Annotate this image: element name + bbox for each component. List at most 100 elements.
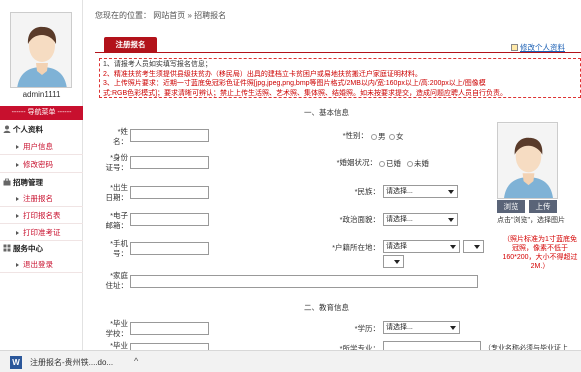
gender-female-radio[interactable]: 女	[389, 131, 404, 142]
radio-icon	[379, 161, 385, 167]
address-input[interactable]	[130, 275, 478, 288]
phone-input[interactable]	[130, 242, 209, 255]
download-filename[interactable]: 注册报名-贵州铁....do...	[30, 357, 113, 368]
sidebar-item-label: 用户信息	[23, 142, 53, 151]
upload-button[interactable]: 上传	[529, 200, 557, 213]
default-avatar-icon	[498, 124, 557, 198]
nav-group-label: 招聘管理	[13, 178, 43, 187]
edit-profile-label: 修改个人资料	[520, 43, 565, 52]
radio-label: 未婚	[414, 159, 429, 168]
chevron-down-icon	[474, 245, 480, 249]
nav-group-recruitment[interactable]: 招聘管理	[0, 176, 83, 189]
tab-register[interactable]: 注册报名	[104, 37, 157, 52]
chevron-down-icon	[450, 326, 456, 330]
select-value: 请选择...	[386, 216, 413, 223]
name-label: *姓名：	[113, 127, 128, 146]
select-value: 请选择	[386, 243, 407, 250]
select-value: 请选择...	[386, 324, 413, 331]
arrow-right-icon	[16, 263, 19, 267]
radio-icon	[407, 161, 413, 167]
chevron-up-icon[interactable]: ^	[134, 356, 138, 366]
notice-line: 2、精准扶贫考生须提供县级扶贫办（移民局）出具的建档立卡贫困户或易地扶贫搬迁户家…	[103, 70, 422, 78]
graduation-input[interactable]	[130, 343, 209, 350]
nav-group-profile[interactable]: 个人资料	[0, 123, 83, 136]
notice-line: 式:RGB色彩模式]；要求清晰可辨认；禁止上传生活照、艺术照、集体照、结婚照。如…	[103, 89, 508, 97]
edit-icon	[511, 44, 518, 51]
radio-label: 已婚	[386, 159, 401, 168]
edit-profile-link[interactable]: 修改个人资料	[511, 42, 565, 53]
photo-requirement: （照片标准为1寸蓝底免冠照，像素不低于160*200，大小不得超过2M.）	[502, 236, 578, 270]
radio-icon	[389, 134, 395, 140]
marital-married-radio[interactable]: 已婚	[379, 158, 401, 169]
hukou-label: *户籍所在地：	[332, 243, 380, 252]
arrow-right-icon	[16, 145, 19, 149]
phone-label: *手机号：	[110, 239, 128, 258]
sidebar-item-label: 打印准考证	[23, 228, 61, 237]
sidebar-item-label: 修改密码	[23, 160, 53, 169]
marital-label: *婚姻状况：	[336, 158, 377, 167]
birth-date-input[interactable]	[130, 186, 209, 199]
school-label: *毕业学校：	[105, 319, 129, 338]
hukou-province-select[interactable]: 请选择	[383, 240, 460, 253]
photo-hint: 点击"浏览"，选择图片	[497, 217, 565, 224]
chevron-down-icon	[448, 218, 454, 222]
education-label: *学历：	[354, 324, 380, 333]
grid-icon	[3, 243, 11, 252]
arrow-right-icon	[16, 214, 19, 218]
notice-box: 1、请报考人员如实填写报名信息； 2、精准扶贫考生须提供县级扶贫办（移民局）出具…	[99, 58, 581, 98]
photo-preview	[497, 122, 558, 199]
hukou-county-select[interactable]	[383, 255, 404, 268]
sidebar-item-print-ticket[interactable]: 打印准考证	[0, 225, 83, 241]
nav-group-label: 服务中心	[13, 244, 43, 253]
sidebar-item-label: 退出登录	[23, 260, 53, 269]
sidebar-item-change-password[interactable]: 修改密码	[0, 157, 83, 173]
radio-label: 男	[378, 132, 386, 141]
politics-select[interactable]: 请选择...	[383, 213, 458, 226]
word-file-icon: W	[10, 356, 22, 369]
birth-date-label: *出生日期：	[105, 183, 129, 202]
id-number-input[interactable]	[130, 156, 209, 169]
politics-label: *政治面貌：	[339, 215, 380, 224]
notice-line: 3、上传照片要求：近期一寸蓝底免冠彩色证件照[jpg,jpeg,png,bmp等…	[103, 80, 486, 87]
notice-line: 1、请报考人员如实填写报名信息；	[103, 61, 212, 68]
marital-single-radio[interactable]: 未婚	[407, 158, 429, 169]
chevron-down-icon	[394, 260, 400, 264]
section-basic-info: 一、基本信息	[304, 108, 349, 117]
nav-group-label: 个人资料	[13, 125, 43, 134]
select-value: 请选择...	[386, 188, 413, 195]
default-avatar-icon	[11, 13, 71, 87]
radio-icon	[371, 134, 377, 140]
browse-button[interactable]: 浏览	[497, 200, 525, 213]
username: admin1111	[22, 90, 61, 99]
nav-group-service[interactable]: 服务中心	[0, 242, 83, 255]
chevron-down-icon	[448, 190, 454, 194]
hukou-city-select[interactable]	[463, 240, 484, 253]
address-label: *家庭住址：	[105, 271, 129, 290]
user-icon	[3, 124, 11, 133]
breadcrumb: 您现在的位置： 网站首页 » 招聘报名	[95, 11, 227, 20]
school-input[interactable]	[130, 322, 209, 335]
sidebar-item-register[interactable]: 注册报名	[0, 191, 83, 207]
sidebar-item-print-form[interactable]: 打印报名表	[0, 208, 83, 224]
ethnicity-label: *民族：	[354, 187, 380, 196]
major-input[interactable]	[383, 341, 481, 350]
chevron-down-icon	[450, 245, 456, 249]
arrow-right-icon	[16, 163, 19, 167]
app-window: admin1111 ------ 导航菜单 ------ 个人资料 用户信息 修…	[0, 0, 581, 372]
sidebar: admin1111 ------ 导航菜单 ------ 个人资料 用户信息 修…	[0, 0, 83, 350]
ethnicity-select[interactable]: 请选择...	[383, 185, 458, 198]
arrow-right-icon	[16, 231, 19, 235]
gender-male-radio[interactable]: 男	[371, 131, 386, 142]
sidebar-item-logout[interactable]: 退出登录	[0, 257, 83, 273]
sidebar-item-user-info[interactable]: 用户信息	[0, 139, 83, 155]
tab-underline	[95, 52, 581, 53]
sidebar-item-label: 打印报名表	[23, 211, 61, 220]
download-bar: W 注册报名-贵州铁....do... ^	[0, 350, 581, 372]
id-number-label: *身份证号：	[105, 153, 129, 172]
gender-label: *性别：	[342, 131, 368, 140]
education-select[interactable]: 请选择...	[383, 321, 460, 334]
name-input[interactable]	[130, 129, 209, 142]
email-input[interactable]	[130, 213, 209, 226]
email-label: *电子邮箱：	[105, 211, 129, 230]
nav-menu-header: ------ 导航菜单 ------	[0, 106, 83, 120]
